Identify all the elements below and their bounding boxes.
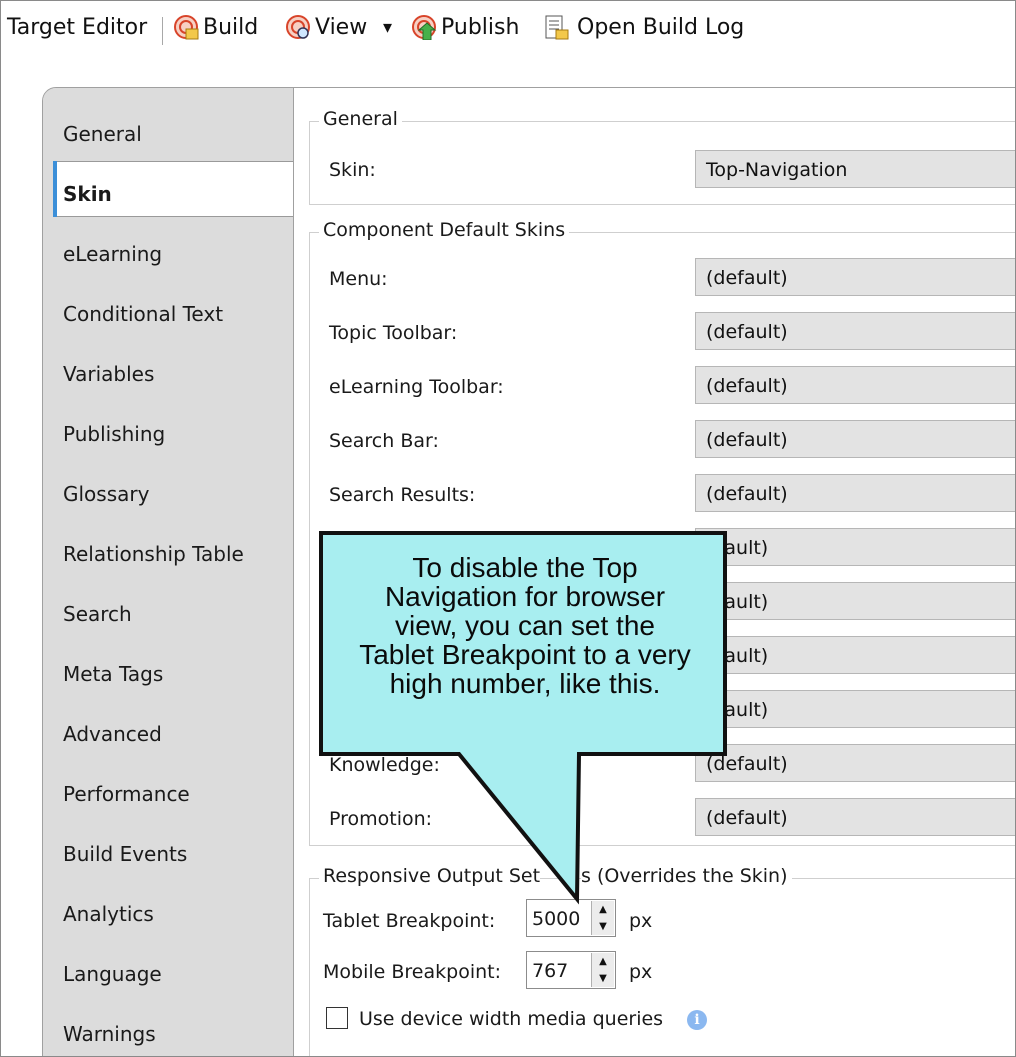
- callout-bubble: [319, 531, 727, 905]
- callout-line: high number, like this.: [389, 668, 661, 699]
- callout-text: To disable the Top Navigation for browse…: [331, 553, 719, 698]
- target-editor-window: Target Editor Build View ▾ Publish Open …: [0, 0, 1016, 1057]
- callout-line: Tablet Breakpoint to a very: [359, 639, 691, 670]
- callout-line: To disable the Top: [412, 552, 638, 583]
- callout-line: Navigation for browser: [384, 581, 666, 612]
- callout-line: view, you can set the: [395, 610, 655, 641]
